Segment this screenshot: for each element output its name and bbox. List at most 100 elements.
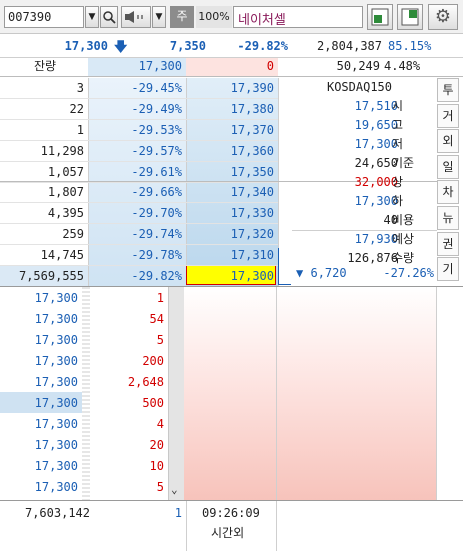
- info-key: 하: [392, 194, 404, 208]
- ask-rate: -29.49%: [131, 102, 182, 116]
- ask-rate: -29.61%: [131, 165, 182, 179]
- side-tab[interactable]: 일: [437, 154, 459, 179]
- volume-rate: 85.15%: [388, 39, 432, 53]
- trade-price: 17,300: [34, 354, 78, 368]
- trade-panel: ⌄ 17,300 1 17,300 54 17,300 5 17,300 200 17,300 2…: [0, 286, 463, 500]
- ask-qty: 1,057: [47, 165, 84, 179]
- ask-rate: -29.78%: [131, 248, 182, 262]
- ask-price[interactable]: 17,320: [186, 224, 278, 245]
- ask-rate: -29.66%: [131, 185, 182, 199]
- chevron-down-icon: ▼: [88, 12, 96, 22]
- ask-price[interactable]: 17,380: [186, 99, 278, 120]
- ask-price[interactable]: 17,310: [186, 245, 278, 266]
- expected-rate: -27.26%: [383, 266, 434, 280]
- info-key: 저: [392, 137, 404, 151]
- trade-qty: 2,648: [127, 375, 164, 389]
- trade-qty: 4: [156, 417, 164, 431]
- ask-price[interactable]: 17,300: [186, 266, 278, 287]
- trade-price: 17,300: [34, 480, 78, 494]
- stock-name: 네이처셀: [233, 6, 363, 28]
- info-key: 상: [392, 175, 404, 189]
- trade-qty: 20: [149, 438, 164, 452]
- ask-price[interactable]: 17,330: [186, 203, 278, 224]
- clock-time: 09:26:09: [202, 506, 260, 520]
- residual-sum: 50,249: [336, 59, 380, 73]
- trade-qty: 5: [156, 480, 164, 494]
- stock-code-input[interactable]: 007390: [4, 6, 84, 28]
- code-dropdown-button[interactable]: ▼: [85, 6, 99, 28]
- info-value: 40: [383, 213, 398, 227]
- down-triangle-icon: ▼: [296, 266, 304, 280]
- trade-qty: 1: [156, 291, 164, 305]
- info-key: 비용: [392, 213, 415, 227]
- index-label: KOSDAQ150: [326, 80, 392, 94]
- change-rate: -29.82%: [237, 39, 288, 53]
- ask-qty: 259: [62, 227, 84, 241]
- ask-price[interactable]: 17,340: [186, 182, 278, 203]
- search-button[interactable]: [100, 6, 118, 28]
- side-tab[interactable]: 투: [437, 78, 459, 102]
- expected-change: ▼ 6,720 -27.26%: [296, 266, 436, 286]
- trade-price: 17,300: [34, 396, 78, 410]
- trade-price: 17,300: [34, 291, 78, 305]
- trade-qty: 200: [142, 354, 164, 368]
- speaker-icon: [125, 11, 143, 23]
- info-key: 기준: [392, 156, 415, 170]
- search-icon: [103, 11, 116, 24]
- chevron-down-icon: ▼: [155, 12, 163, 22]
- trade-price: 17,300: [34, 459, 78, 473]
- trade-qty: 54: [149, 312, 164, 326]
- trade-scrollbar[interactable]: ⌄: [168, 287, 184, 500]
- speaker-button[interactable]: [121, 6, 151, 28]
- ask-price[interactable]: 17,360: [186, 141, 278, 162]
- info-key: 고: [392, 118, 404, 132]
- side-tab[interactable]: 권: [437, 231, 459, 256]
- ask-qty: 7,569,555: [18, 269, 84, 283]
- ask-qty: 4,395: [47, 206, 84, 220]
- trade-price: 17,300: [34, 438, 78, 452]
- current-price: 17,300: [64, 39, 108, 53]
- info-panel: KOSDAQ150 17,510 시 19,650 고 17,300 저 24,650 기준 32…: [278, 78, 437, 286]
- side-tab[interactable]: 기: [437, 257, 459, 282]
- chevron-down-icon[interactable]: ⌄: [171, 483, 178, 496]
- layout-button-2[interactable]: [397, 4, 423, 30]
- ask-qty: 1: [76, 123, 84, 137]
- side-tab[interactable]: 거: [437, 103, 459, 128]
- side-tab[interactable]: 차: [437, 180, 459, 205]
- ask-rate: -29.57%: [131, 144, 182, 158]
- residual-pct: 4.48%: [384, 59, 421, 73]
- info-key: 예상: [392, 232, 415, 246]
- settings-button[interactable]: ⚙: [428, 4, 458, 30]
- ask-qty: 14,745: [40, 248, 84, 262]
- info-value: 32,000: [354, 175, 398, 189]
- info-value: 17,930: [354, 232, 398, 246]
- ask-rate: -29.82%: [131, 269, 182, 283]
- ask-qty: 1,807: [47, 185, 84, 199]
- trade-qty: 10: [149, 459, 164, 473]
- info-key: 시: [392, 99, 404, 113]
- speaker-dropdown-button[interactable]: ▼: [152, 6, 166, 28]
- ask-rate: -29.45%: [131, 81, 182, 95]
- trade-price: 17,300: [34, 417, 78, 431]
- ask-price[interactable]: 17,390: [186, 78, 278, 99]
- side-tab[interactable]: 외: [437, 129, 459, 154]
- info-value: 17,300: [354, 194, 398, 208]
- ask-qty: 11,298: [40, 144, 84, 158]
- ask-price[interactable]: 17,370: [186, 120, 278, 141]
- ask-price[interactable]: 17,350: [186, 162, 278, 183]
- layout-button-1[interactable]: [367, 4, 393, 30]
- side-tab[interactable]: 뉴: [437, 206, 459, 230]
- footer: 7,603,142 1 09:26:09 시간외: [0, 500, 463, 551]
- market-tag: 주: [170, 6, 194, 28]
- trade-volume: 2,804,387: [316, 39, 382, 53]
- toolbar: 007390 ▼ ▼ 주 100% 네이처셀 ⚙: [0, 0, 463, 34]
- window-split-icon: [401, 8, 419, 26]
- residual-row: 잔량 17,300 0 50,249 4.48%: [0, 58, 463, 77]
- info-value: 17,300: [354, 137, 398, 151]
- ask-qty: 3: [76, 81, 84, 95]
- trade-count: 1: [174, 506, 182, 520]
- trade-price: 17,300: [34, 312, 78, 326]
- quote-bar: 17,300 🡇 7,350 -29.82% 2,804,387 85.15%: [0, 36, 463, 58]
- trade-qty: 500: [142, 396, 164, 410]
- residual-bid-value: 0: [266, 59, 274, 73]
